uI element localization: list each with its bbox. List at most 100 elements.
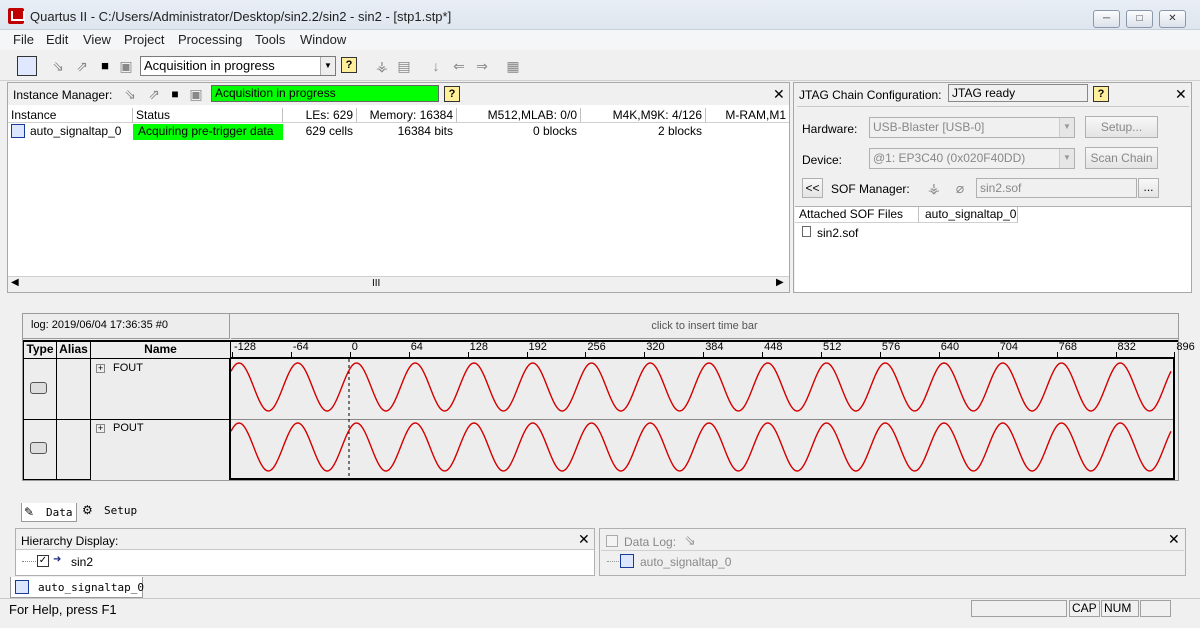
chevron-down-icon[interactable]: ▼ <box>320 57 335 75</box>
instance-status: Acquiring pre-trigger data <box>133 124 283 140</box>
attached-sof-file[interactable]: sin2.sof <box>817 226 858 240</box>
checkbox-checked-icon[interactable]: ✓ <box>37 555 49 567</box>
column-instance[interactable]: auto_signaltap_0 <box>919 207 1018 223</box>
column-name[interactable]: Name <box>90 340 231 359</box>
scroll-left-icon[interactable]: ◀ <box>11 277 19 288</box>
waveform-canvas[interactable] <box>231 359 1175 479</box>
log-label: log: 2019/06/04 17:36:35 #0 <box>23 314 230 339</box>
menu-edit[interactable]: Edit <box>46 32 68 47</box>
read-data-icon[interactable]: ▣ <box>118 58 134 74</box>
close-icon[interactable]: ✕ <box>773 86 785 103</box>
close-icon[interactable]: ✕ <box>1168 531 1180 548</box>
column-attached-sof[interactable]: Attached SOF Files <box>795 207 919 223</box>
column-mram[interactable]: M-RAM,M1 <box>706 108 789 122</box>
horizontal-scrollbar[interactable] <box>8 276 789 292</box>
browse-button[interactable]: ... <box>1138 178 1159 198</box>
signal-name-fout[interactable]: FOUT <box>113 362 143 374</box>
chevron-down-icon[interactable]: ▼ <box>1059 149 1074 168</box>
read-data-icon[interactable]: ▣ <box>188 86 204 102</box>
data-log-item[interactable]: auto_signaltap_0 <box>640 555 731 569</box>
acquisition-status-text: Acquisition in progress <box>144 58 275 73</box>
time-tick-label: 192 <box>528 341 547 353</box>
previous-icon[interactable]: ⇐ <box>451 58 467 74</box>
tab-auto-signaltap-label: auto_signaltap_0 <box>38 581 144 594</box>
help-icon[interactable]: ? <box>341 57 357 73</box>
time-tick-mark <box>408 352 410 359</box>
time-tick-mark <box>644 352 646 359</box>
time-tick-mark <box>821 352 822 359</box>
column-status[interactable]: Status <box>133 108 283 122</box>
setup-button[interactable]: Setup... <box>1085 116 1158 138</box>
time-tick-label: 64 <box>410 341 423 353</box>
column-alias[interactable]: Alias <box>56 340 91 359</box>
hardware-label: Hardware: <box>802 122 858 136</box>
instance-memory: 16384 bits <box>397 124 453 138</box>
next-icon[interactable]: ⇒ <box>474 58 490 74</box>
caps-lock-indicator: CAP <box>1069 600 1100 617</box>
instance-manager-toggle-icon[interactable] <box>17 56 37 76</box>
stop-analysis-icon[interactable]: ■ <box>97 58 113 74</box>
instance-m512: 0 blocks <box>532 124 577 138</box>
signaltap-instance-icon <box>620 554 634 568</box>
column-type[interactable]: Type <box>23 340 57 359</box>
help-icon[interactable]: ? <box>1093 86 1109 102</box>
stop-analysis-icon[interactable]: ■ <box>167 86 183 102</box>
menu-view[interactable]: View <box>83 32 111 47</box>
time-tick-label: -64 <box>292 341 309 353</box>
close-icon[interactable]: ✕ <box>1175 86 1187 103</box>
menu-processing[interactable]: Processing <box>178 32 242 47</box>
setup-tab-icon: ⚙ <box>82 503 93 517</box>
chevron-down-icon[interactable]: ▼ <box>1059 118 1074 137</box>
scan-chain-button[interactable]: Scan Chain <box>1085 147 1158 169</box>
time-tick-mark <box>879 352 881 359</box>
signaltap-instance-icon <box>11 124 25 138</box>
scan-icon[interactable]: ▤ <box>396 58 412 74</box>
data-tab-icon: ✎ <box>24 505 35 519</box>
close-window-button[interactable]: ✕ <box>1159 10 1186 28</box>
device-combo[interactable]: @1: EP3C40 (0x020F40DD) ▼ <box>869 148 1075 169</box>
data-log-checkbox[interactable] <box>606 535 618 547</box>
tab-setup-label: Setup <box>104 504 138 517</box>
close-icon[interactable]: ✕ <box>578 531 590 548</box>
menu-window[interactable]: Window <box>300 32 346 47</box>
maximize-button[interactable]: □ <box>1126 10 1153 28</box>
menu-project[interactable]: Project <box>124 32 164 47</box>
autorun-analysis-icon[interactable]: ⇗ <box>146 86 162 102</box>
menu-tools[interactable]: Tools <box>255 32 285 47</box>
data-log-icon[interactable]: ⇘ <box>684 532 696 549</box>
signal-name-cell <box>90 419 231 480</box>
list-icon[interactable]: ▦ <box>505 58 521 74</box>
autorun-analysis-icon[interactable]: ⇗ <box>74 58 90 74</box>
jtag-label: JTAG Chain Configuration: <box>799 88 942 102</box>
time-bar-hint[interactable]: click to insert time bar <box>231 314 1178 339</box>
signal-name-pout[interactable]: POUT <box>113 422 144 434</box>
sof-file-field[interactable]: sin2.sof <box>976 178 1137 198</box>
run-analysis-icon[interactable]: ⇘ <box>50 58 66 74</box>
help-icon[interactable]: ? <box>444 86 460 102</box>
column-m512[interactable]: M512,MLAB: 0/0 <box>457 108 581 122</box>
tree-connector <box>22 561 36 562</box>
window-title: Quartus II - C:/Users/Administrator/Desk… <box>30 9 452 24</box>
collapse-button[interactable]: << <box>802 178 823 198</box>
attach-icon[interactable]: ⌀ <box>952 180 968 196</box>
run-analysis-icon[interactable]: ⇘ <box>122 86 138 102</box>
minimize-button[interactable]: ─ <box>1093 10 1120 28</box>
column-les[interactable]: LEs: 629 <box>283 108 357 122</box>
divider <box>601 550 1184 551</box>
expand-icon[interactable]: + <box>96 424 105 433</box>
hardware-combo[interactable]: USB-Blaster [USB-0] ▼ <box>869 117 1075 138</box>
acquisition-status-combo[interactable]: Acquisition in progress ▼ <box>140 56 336 76</box>
column-instance[interactable]: Instance <box>8 108 133 122</box>
scrollbar-grip[interactable]: III <box>372 278 380 289</box>
column-memory[interactable]: Memory: 16384 <box>357 108 457 122</box>
program-device-icon[interactable]: ⚶ <box>926 180 942 196</box>
download-icon[interactable]: ↓ <box>428 58 444 74</box>
expand-icon[interactable]: + <box>96 364 105 373</box>
time-tick-label: 448 <box>764 341 783 353</box>
program-device-icon[interactable]: ⚶ <box>374 58 390 74</box>
hierarchy-item[interactable]: sin2 <box>71 555 93 569</box>
column-m4k[interactable]: M4K,M9K: 4/126 <box>581 108 706 122</box>
scroll-right-icon[interactable]: ▶ <box>776 277 784 288</box>
time-tick-mark <box>1174 352 1176 359</box>
menu-file[interactable]: File <box>13 32 34 47</box>
